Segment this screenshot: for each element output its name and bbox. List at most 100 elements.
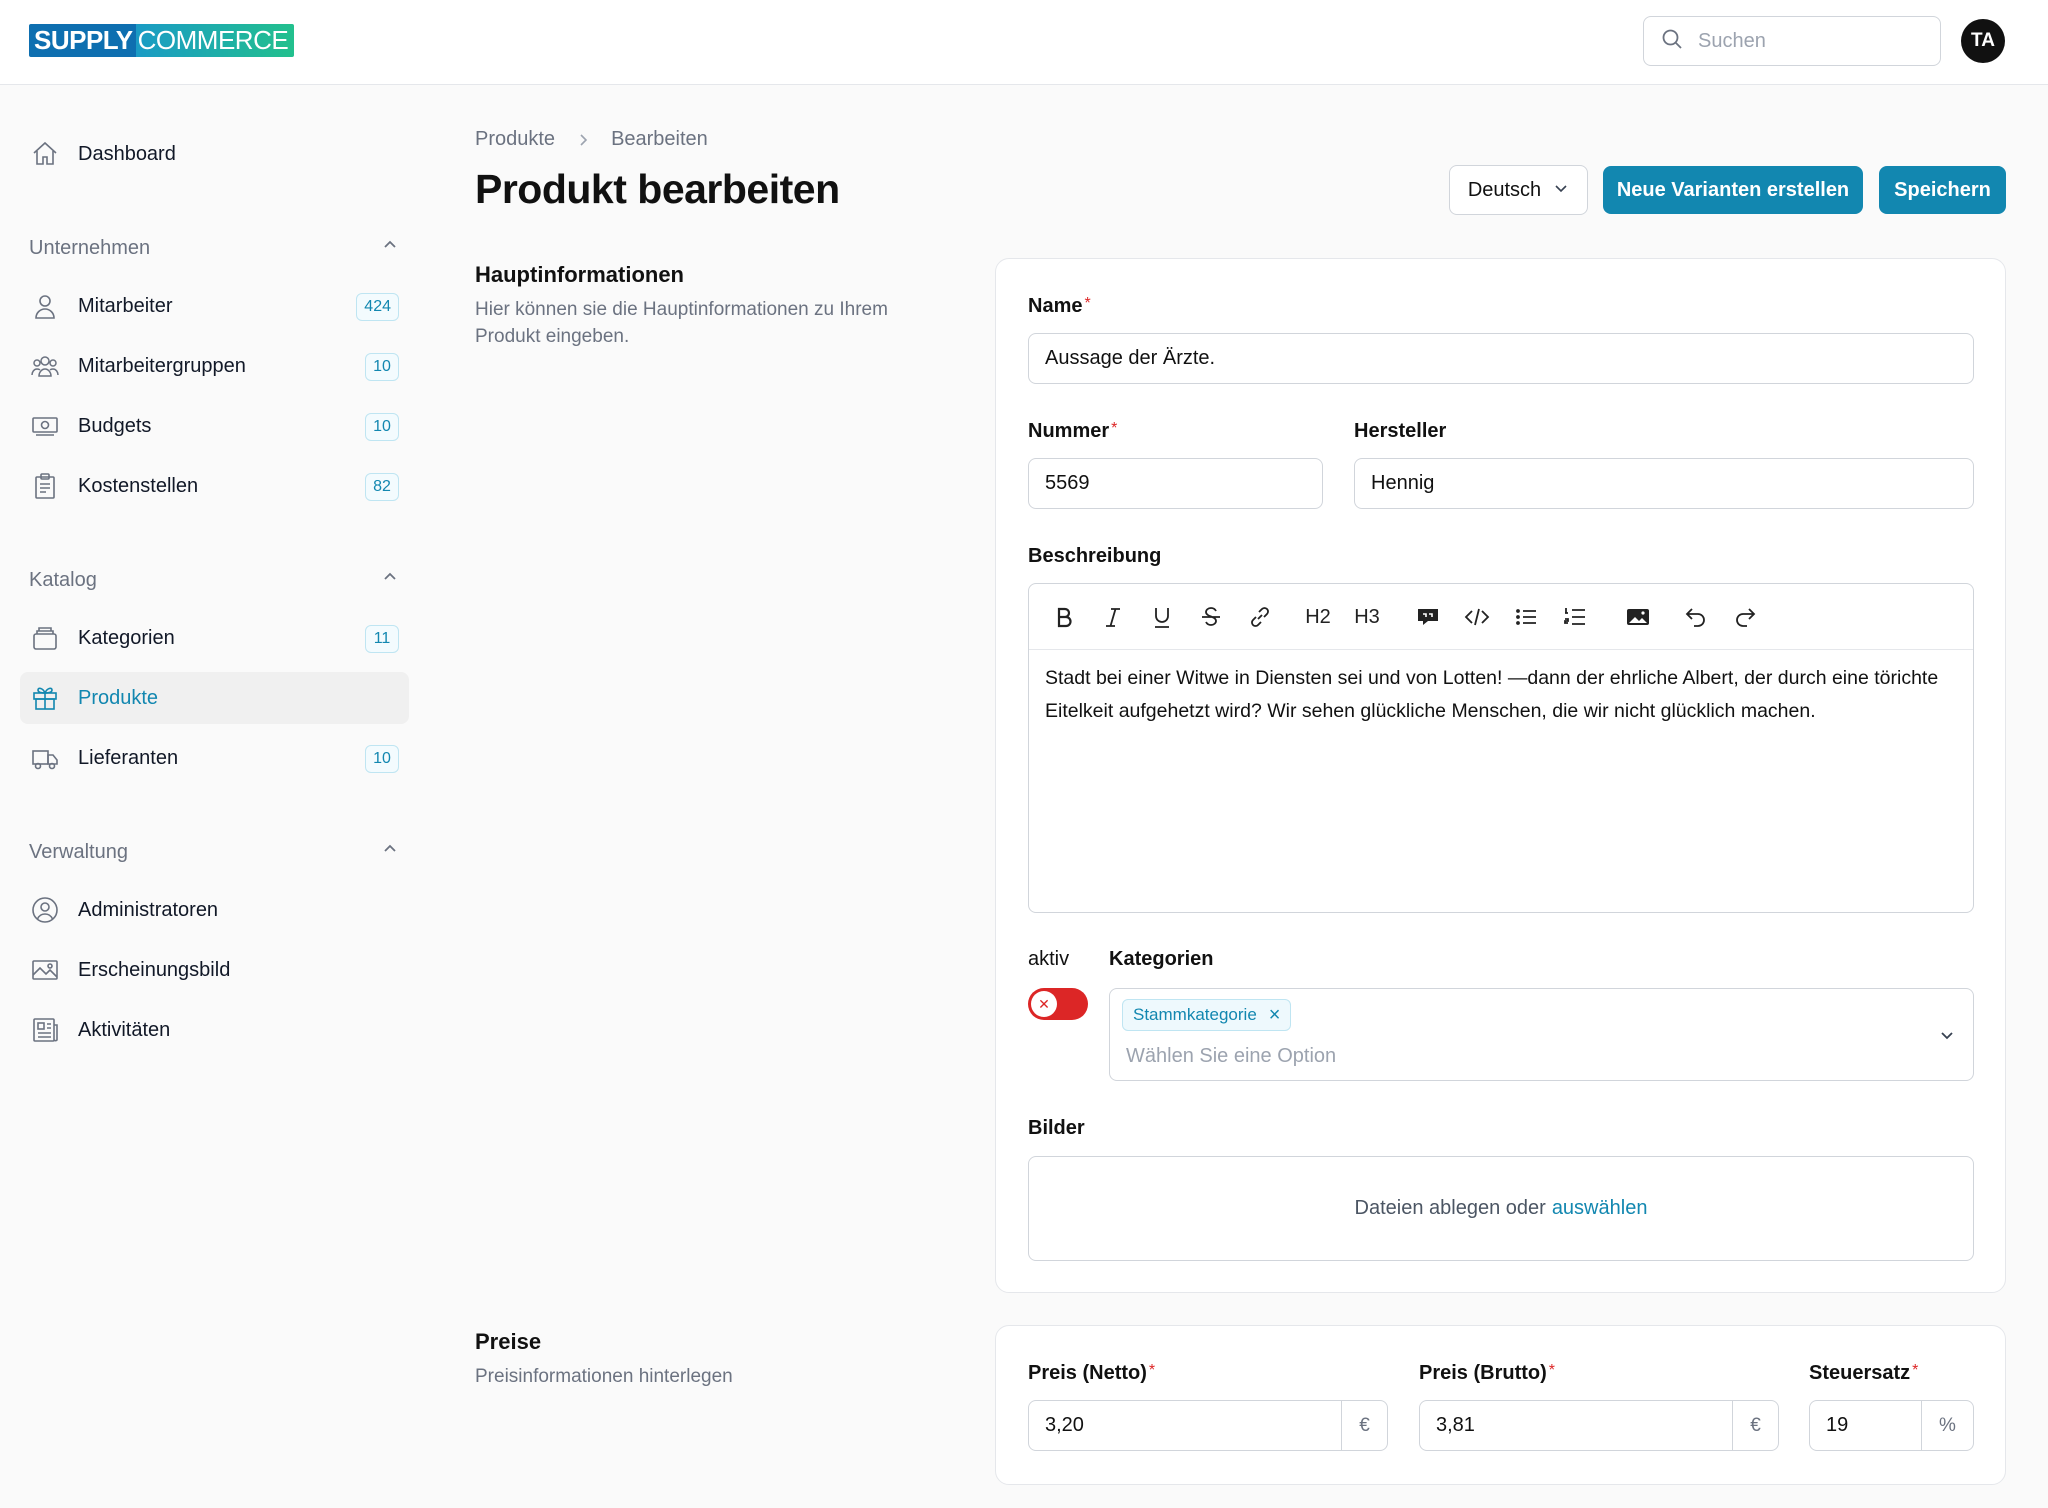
search-box[interactable] (1643, 16, 1941, 66)
currency-addon: € (1341, 1401, 1387, 1450)
images-label: Bilder (1028, 1117, 1085, 1139)
strikethrough-icon[interactable] (1196, 602, 1226, 632)
count-badge: 82 (365, 473, 399, 501)
sidebar-item-mitarbeitergruppen[interactable]: Mitarbeitergruppen 10 (20, 340, 409, 392)
chevron-up-icon (381, 568, 399, 592)
net-price-label: Preis (Netto) * (1028, 1362, 1156, 1384)
image-icon (30, 955, 60, 985)
avatar[interactable]: TA (1961, 19, 2005, 63)
tax-rate-label: Steuersatz * (1809, 1362, 1919, 1384)
count-badge: 11 (365, 625, 399, 653)
editor-content[interactable]: Stadt bei einer Witwe in Diensten sei un… (1029, 650, 1973, 740)
heading-2-button[interactable]: H2 (1303, 602, 1333, 632)
gross-price-value[interactable]: 3,81 (1420, 1401, 1732, 1450)
section-toggle-verwaltung[interactable]: Verwaltung (29, 840, 399, 864)
section-description-main-info: Hier können sie die Hauptinformationen z… (475, 299, 888, 347)
select-files-link[interactable]: auswählen (1552, 1197, 1648, 1220)
chevron-down-icon (1937, 1025, 1957, 1045)
dropzone-text: Dateien ablegen oder (1354, 1197, 1546, 1219)
section-title: Verwaltung (29, 840, 128, 863)
currency-addon: € (1732, 1401, 1778, 1450)
section-title: Unternehmen (29, 236, 151, 259)
net-price-value[interactable]: 3,20 (1029, 1401, 1341, 1450)
tax-rate-value[interactable]: 19 (1810, 1401, 1921, 1450)
logo-part-supply: SUPPLY (29, 24, 136, 57)
chevron-up-icon (381, 840, 399, 864)
users-icon (30, 351, 60, 381)
bold-icon[interactable] (1049, 602, 1079, 632)
remove-chip-icon[interactable]: × (1269, 1005, 1281, 1025)
logo[interactable]: SUPPLY COMMERCE (29, 24, 295, 57)
gross-price-field[interactable]: 3,81 € (1419, 1400, 1779, 1451)
sidebar-item-dashboard[interactable]: Dashboard (20, 128, 409, 180)
rich-text-editor[interactable]: H2 H3 Stadt bei einer Witwe in Diensten … (1028, 583, 1974, 913)
count-badge: 10 (365, 413, 399, 441)
top-bar: SUPPLY COMMERCE TA (0, 0, 2048, 85)
chevron-down-icon (1553, 179, 1569, 202)
sidebar-item-label: Erscheinungsbild (78, 958, 231, 981)
categories-select[interactable]: Stammkategorie × Wählen Sie eine Option (1109, 988, 1974, 1081)
sidebar-item-label: Kategorien (78, 626, 175, 649)
number-field[interactable]: 5569 (1028, 458, 1323, 509)
count-badge: 10 (365, 745, 399, 773)
code-icon[interactable] (1462, 602, 1492, 632)
active-toggle[interactable]: ✕ (1028, 988, 1088, 1020)
category-chip: Stammkategorie × (1122, 999, 1292, 1031)
name-label: Name * (1028, 295, 1091, 317)
italic-icon[interactable] (1098, 602, 1128, 632)
chevron-right-icon (575, 132, 591, 148)
section-title-main-info: Hauptinformationen (475, 262, 684, 287)
sidebar-item-label: Budgets (78, 414, 152, 437)
numbered-list-icon[interactable] (1560, 602, 1590, 632)
create-variants-button[interactable]: Neue Varianten erstellen (1603, 166, 1863, 214)
close-icon: ✕ (1031, 991, 1057, 1017)
editor-toolbar: H2 H3 (1029, 584, 1973, 650)
language-label: Deutsch (1467, 178, 1542, 201)
language-select[interactable]: Deutsch (1449, 165, 1588, 215)
sidebar-item-mitarbeiter[interactable]: Mitarbeiter 424 (20, 280, 409, 332)
section-toggle-unternehmen[interactable]: Unternehmen (29, 236, 399, 260)
sidebar-item-aktivitaeten[interactable]: Aktivitäten (20, 1004, 409, 1056)
image-dropzone[interactable]: Dateien ablegen oder auswählen (1028, 1156, 1974, 1261)
search-input[interactable] (1698, 29, 1918, 53)
name-field[interactable]: Aussage der Ärzte. (1028, 333, 1974, 384)
sidebar-item-label: Mitarbeiter (78, 294, 173, 317)
count-badge: 10 (365, 353, 399, 381)
manufacturer-label: Hersteller (1354, 420, 1447, 442)
sidebar-item-erscheinungsbild[interactable]: Erscheinungsbild (20, 944, 409, 996)
manufacturer-field[interactable]: Hennig (1354, 458, 1974, 509)
gift-icon (30, 683, 60, 713)
percent-addon: % (1921, 1401, 1973, 1450)
search-icon (1660, 27, 1684, 56)
breadcrumb-link-produkte[interactable]: Produkte (475, 128, 555, 151)
link-icon[interactable] (1245, 602, 1275, 632)
sidebar-item-kostenstellen[interactable]: Kostenstellen 82 (20, 460, 409, 512)
description-label: Beschreibung (1028, 545, 1162, 567)
clipboard-icon (30, 471, 60, 501)
underline-icon[interactable] (1147, 602, 1177, 632)
sidebar-item-label: Dashboard (78, 142, 176, 165)
user-circle-icon (30, 895, 60, 925)
sidebar-item-label: Mitarbeitergruppen (78, 354, 246, 377)
sidebar-item-kategorien[interactable]: Kategorien 11 (20, 612, 409, 664)
tax-rate-field[interactable]: 19 % (1809, 1400, 1974, 1451)
breadcrumb-current: Bearbeiten (611, 128, 708, 150)
user-icon (30, 291, 60, 321)
truck-icon (30, 743, 60, 773)
sidebar-item-budgets[interactable]: Budgets 10 (20, 400, 409, 452)
sidebar-item-produkte[interactable]: Produkte (20, 672, 409, 724)
sidebar-item-administratoren[interactable]: Administratoren (20, 884, 409, 936)
home-icon (30, 139, 60, 169)
save-button[interactable]: Speichern (1879, 166, 2006, 214)
section-toggle-katalog[interactable]: Katalog (29, 568, 399, 592)
redo-icon[interactable] (1730, 602, 1760, 632)
undo-icon[interactable] (1681, 602, 1711, 632)
sidebar-item-lieferanten[interactable]: Lieferanten 10 (20, 732, 409, 784)
net-price-field[interactable]: 3,20 € (1028, 1400, 1388, 1451)
heading-3-button[interactable]: H3 (1352, 602, 1382, 632)
insert-image-icon[interactable] (1623, 602, 1653, 632)
bullet-list-icon[interactable] (1511, 602, 1541, 632)
quote-icon[interactable] (1413, 602, 1443, 632)
gross-price-label: Preis (Brutto) * (1419, 1362, 1556, 1384)
categories-label: Kategorien (1109, 948, 1214, 970)
